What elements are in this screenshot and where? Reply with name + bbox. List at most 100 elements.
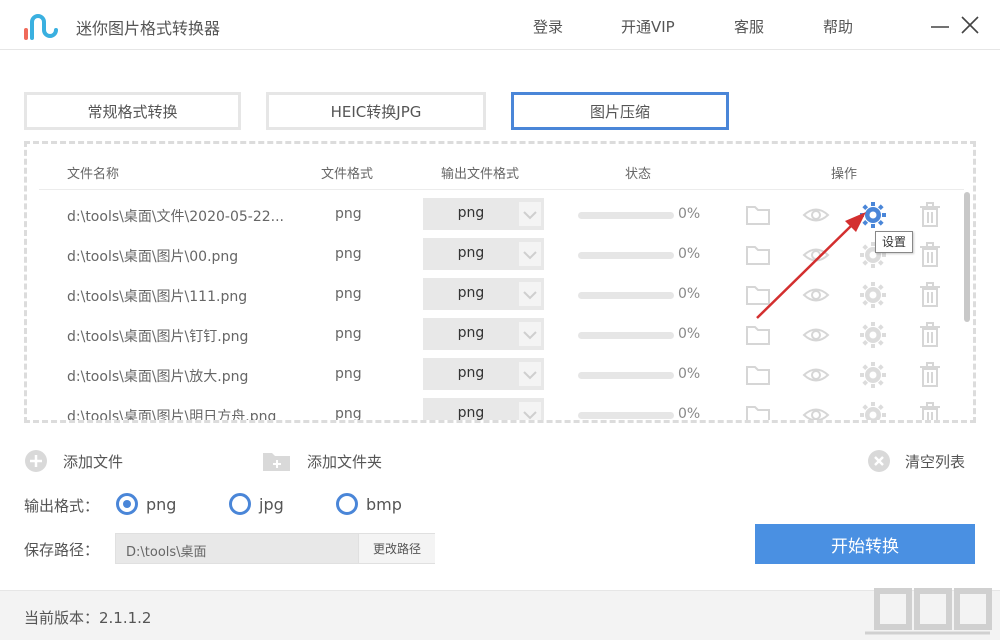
header-output-format: 输出文件格式 <box>441 167 520 182</box>
header-file-name: 文件名称 <box>67 167 120 182</box>
delete-trash-icon[interactable] <box>916 321 944 349</box>
file-name: d:\tools\桌面\图片\00.png <box>67 249 239 265</box>
radio-jpg-label: jpg <box>259 494 284 514</box>
preview-eye-icon[interactable] <box>802 361 830 389</box>
preview-eye-icon[interactable] <box>802 281 830 309</box>
delete-trash-icon[interactable] <box>916 241 944 269</box>
table-row: d:\tools\桌面\文件\2020-05-22... png png 0% <box>27 195 967 235</box>
output-format-select[interactable]: png <box>423 238 544 270</box>
output-format-value: png <box>457 325 485 341</box>
delete-trash-icon[interactable] <box>916 401 944 420</box>
folder-icon[interactable] <box>744 201 772 229</box>
chevron-down-icon[interactable] <box>519 362 541 386</box>
file-list: 文件名称 文件格式 输出文件格式 状态 操作 d:\tools\桌面\文件\20… <box>24 141 976 423</box>
chevron-down-icon[interactable] <box>519 282 541 306</box>
app-title: 迷你图片格式转换器 <box>76 19 221 38</box>
delete-trash-icon[interactable] <box>916 361 944 389</box>
file-format: png <box>335 326 362 342</box>
delete-trash-icon[interactable] <box>916 281 944 309</box>
folder-icon[interactable] <box>744 281 772 309</box>
chevron-down-icon[interactable] <box>519 242 541 266</box>
file-format: png <box>335 246 362 262</box>
output-format-value: png <box>457 285 485 301</box>
add-folder-icon <box>263 453 290 471</box>
chevron-down-icon[interactable] <box>519 202 541 226</box>
output-format-select[interactable]: png <box>423 398 544 420</box>
progress-bar <box>578 212 674 219</box>
radio-unchecked-icon <box>229 493 251 515</box>
file-name: d:\tools\桌面\图片\钉钉.png <box>67 329 249 345</box>
add-circle-icon <box>25 450 47 472</box>
nav-vip[interactable]: 开通VIP <box>621 16 675 37</box>
radio-jpg[interactable]: jpg <box>229 493 284 515</box>
progress-bar <box>578 412 674 419</box>
table-row: d:\tools\桌面\图片\放大.png png png 0% <box>27 355 967 395</box>
preview-eye-icon[interactable] <box>802 321 830 349</box>
delete-trash-icon[interactable] <box>916 201 944 229</box>
start-convert-button[interactable]: 开始转换 <box>755 524 975 564</box>
output-format-value: png <box>457 365 485 381</box>
folder-icon[interactable] <box>744 361 772 389</box>
tab-heic-to-jpg[interactable]: HEIC转换JPG <box>266 92 486 130</box>
clear-list-button[interactable]: 清空列表 <box>867 448 965 474</box>
radio-png-label: png <box>146 494 177 514</box>
table-row: d:\tools\桌面\图片\钉钉.png png png 0% <box>27 315 967 355</box>
settings-gear-icon[interactable] <box>859 201 887 229</box>
settings-gear-icon[interactable] <box>859 361 887 389</box>
output-format-select[interactable]: png <box>423 198 544 230</box>
file-name: d:\tools\桌面\文件\2020-05-22... <box>67 209 284 225</box>
settings-gear-icon[interactable] <box>859 321 887 349</box>
progress-percent: 0% <box>678 246 701 262</box>
output-format-value: png <box>457 205 485 221</box>
change-path-button[interactable]: 更改路径 <box>358 534 435 563</box>
radio-unchecked-icon <box>336 493 358 515</box>
file-format: png <box>335 206 362 222</box>
radio-bmp[interactable]: bmp <box>336 493 402 515</box>
minimize-icon[interactable] <box>929 14 951 36</box>
preview-eye-icon[interactable] <box>802 241 830 269</box>
folder-icon[interactable] <box>744 401 772 420</box>
settings-gear-icon[interactable] <box>859 401 887 420</box>
settings-tooltip: 设置 <box>875 231 913 253</box>
file-format: png <box>335 286 362 302</box>
list-scrollbar[interactable] <box>964 192 970 322</box>
settings-gear-icon[interactable] <box>859 281 887 309</box>
add-folder-label: 添加文件夹 <box>307 452 383 471</box>
file-name: d:\tools\桌面\图片\111.png <box>67 289 248 305</box>
output-format-label: 输出格式： <box>24 497 100 515</box>
preview-eye-icon[interactable] <box>802 201 830 229</box>
output-format-select[interactable]: png <box>423 358 544 390</box>
header-actions: 操作 <box>831 167 858 182</box>
tab-image-compress[interactable]: 图片压缩 <box>511 92 729 130</box>
radio-png[interactable]: png <box>116 493 176 515</box>
add-folder-button[interactable]: 添加文件夹 <box>262 448 382 474</box>
tab-general-convert[interactable]: 常规格式转换 <box>24 92 241 130</box>
table-row: d:\tools\桌面\图片\00.png png png 0% <box>27 235 967 275</box>
progress-percent: 0% <box>678 366 701 382</box>
close-icon[interactable] <box>959 14 981 36</box>
save-path-label: 保存路径： <box>24 541 100 559</box>
nav-service[interactable]: 客服 <box>734 16 764 37</box>
version-text: 当前版本：2.1.1.2 <box>24 609 152 627</box>
add-file-label: 添加文件 <box>63 452 124 471</box>
progress-bar <box>578 292 674 299</box>
file-name: d:\tools\桌面\图片\明日方舟.png <box>67 409 277 423</box>
progress-percent: 0% <box>678 326 701 342</box>
output-format-select[interactable]: png <box>423 278 544 310</box>
header-status: 状态 <box>625 167 652 182</box>
preview-eye-icon[interactable] <box>802 401 830 420</box>
add-file-button[interactable]: 添加文件 <box>24 448 123 474</box>
nav-help[interactable]: 帮助 <box>823 16 853 37</box>
nav-login[interactable]: 登录 <box>533 16 563 37</box>
chevron-down-icon[interactable] <box>519 322 541 346</box>
footer: 当前版本：2.1.1.2 <box>0 590 1000 640</box>
folder-icon[interactable] <box>744 241 772 269</box>
folder-icon[interactable] <box>744 321 772 349</box>
output-format-select[interactable]: png <box>423 318 544 350</box>
progress-percent: 0% <box>678 286 701 302</box>
chevron-down-icon[interactable] <box>519 402 541 420</box>
progress-percent: 0% <box>678 406 701 422</box>
header-divider <box>39 189 964 190</box>
title-bar: 迷你图片格式转换器 登录 开通VIP 客服 帮助 <box>0 0 1000 50</box>
save-path-field: D:\tools\桌面 更改路径 <box>115 533 435 564</box>
